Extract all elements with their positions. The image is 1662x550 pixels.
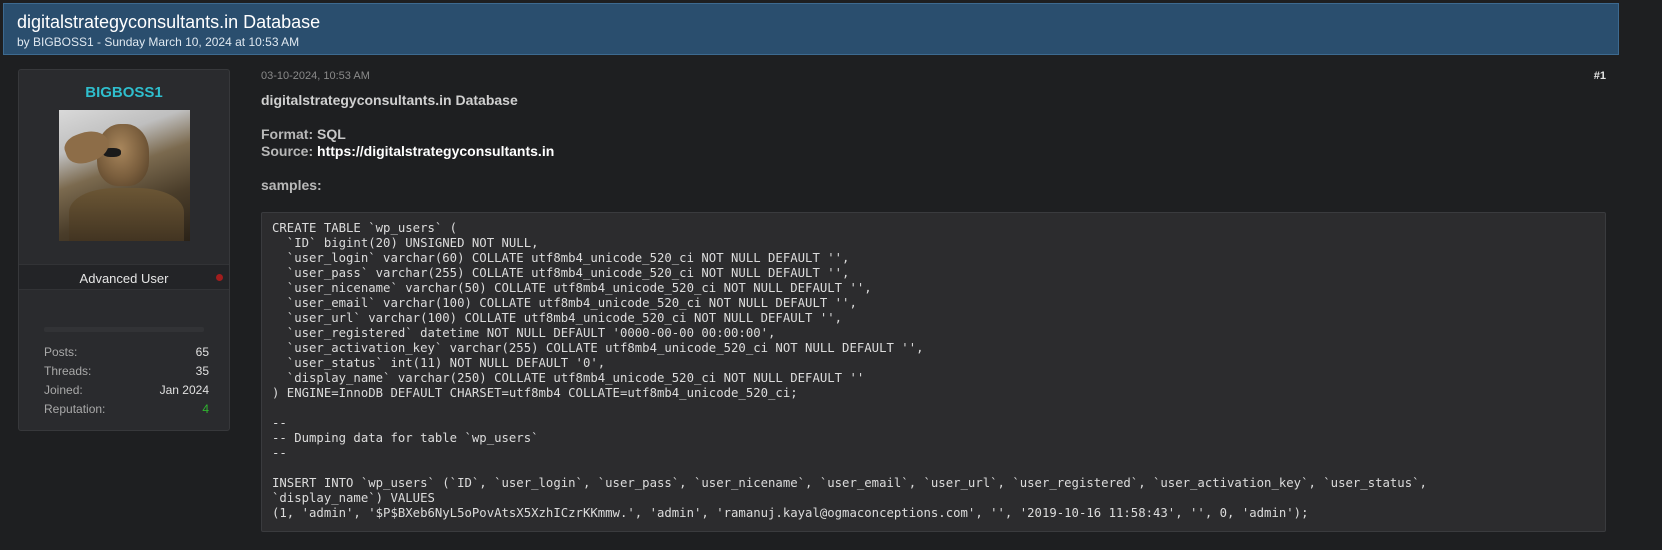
post-title: digitalstrategyconsultants.in Database [261, 92, 518, 108]
username-link[interactable]: BIGBOSS1 [19, 84, 229, 104]
user-stats: Posts: 65 Threads: 35 Joined: Jan 2024 R… [44, 343, 209, 419]
code-block[interactable]: CREATE TABLE `wp_users` ( `ID` bigint(20… [261, 212, 1606, 532]
avatar[interactable] [58, 110, 190, 241]
format-value: SQL [313, 126, 346, 142]
stat-reputation: Reputation: 4 [44, 400, 209, 419]
code-content: CREATE TABLE `wp_users` ( `ID` bigint(20… [272, 221, 1427, 520]
stat-value: 35 [195, 364, 209, 378]
source-link[interactable]: https://digitalstrategyconsultants.in [317, 143, 554, 159]
stat-posts: Posts: 65 [44, 343, 209, 362]
stat-value: 65 [195, 345, 209, 359]
format-line: Format: SQL [261, 126, 346, 142]
thread-header: digitalstrategyconsultants.in Database b… [3, 3, 1619, 55]
stat-threads: Threads: 35 [44, 362, 209, 381]
stat-label: Joined: [44, 383, 83, 397]
stat-label: Posts: [44, 345, 78, 359]
samples-label: samples: [261, 177, 322, 193]
format-label: Format: [261, 126, 314, 142]
avatar-coat [68, 188, 184, 241]
post-body: 03-10-2024, 10:53 AM #1 digitalstrategyc… [261, 69, 1606, 539]
usertitle-bar: Advanced User [19, 264, 229, 290]
reputation-value[interactable]: 4 [202, 400, 209, 419]
source-line: Source: https://digitalstrategyconsultan… [261, 143, 554, 159]
source-label: Source: [261, 143, 314, 159]
user-title: Advanced User [79, 271, 169, 286]
reputation-bar [44, 327, 204, 332]
thread-byline: by BIGBOSS1 - Sunday March 10, 2024 at 1… [17, 35, 300, 49]
post-number-link[interactable]: #1 [1594, 70, 1606, 82]
post-date: 03-10-2024, 10:53 AM [261, 70, 370, 82]
user-postbit: BIGBOSS1 Advanced User Posts: 65 Threads… [18, 69, 230, 431]
stat-joined: Joined: Jan 2024 [44, 381, 209, 400]
stat-label: Reputation: [44, 402, 106, 416]
thread-title: digitalstrategyconsultants.in Database [17, 12, 321, 32]
offline-status-icon [216, 274, 223, 281]
stat-value: Jan 2024 [159, 383, 209, 397]
stat-label: Threads: [44, 364, 92, 378]
